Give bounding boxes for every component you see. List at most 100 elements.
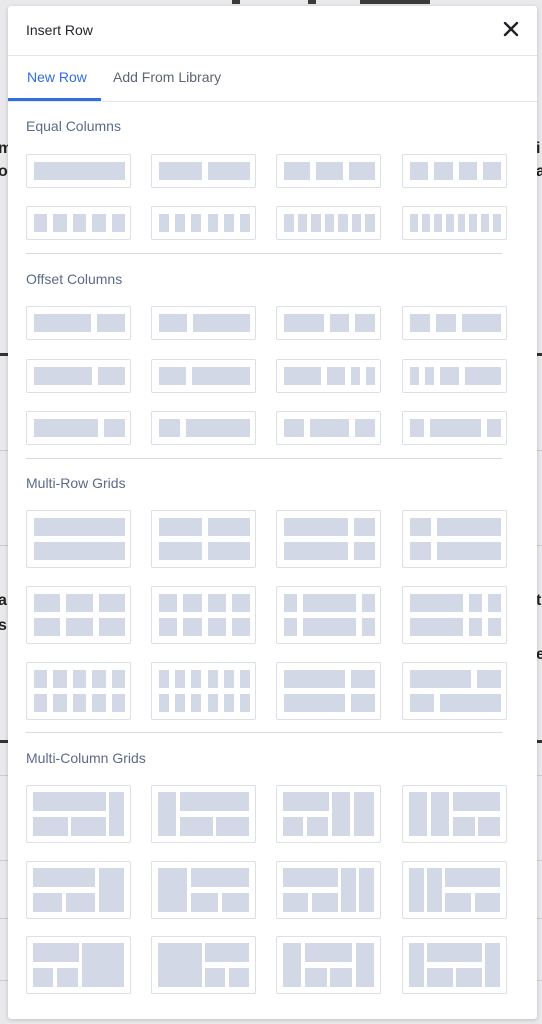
row-layout-option-multi-row-grids[interactable]: [402, 510, 507, 568]
layout-block: [410, 594, 464, 612]
layout-block: [111, 214, 125, 232]
layout-block: [34, 542, 125, 560]
row-layout-option-equal-columns[interactable]: [402, 206, 507, 240]
row-layout-option-multi-column-grids[interactable]: [402, 861, 507, 919]
section-title-multi-column-grids: Multi-Column Grids: [26, 750, 146, 766]
row-layout-option-equal-columns[interactable]: [276, 206, 381, 240]
layout-block: [362, 594, 375, 612]
layout-block: [350, 367, 360, 385]
row-layout-option-multi-row-grids[interactable]: [26, 510, 131, 568]
section-divider: [26, 732, 502, 733]
row-layout-option-multi-column-grids[interactable]: [276, 861, 381, 919]
layout-block: [487, 419, 501, 437]
row-layout-option-multi-row-grids[interactable]: [26, 586, 131, 644]
row-layout-option-offset-columns[interactable]: [151, 359, 256, 393]
layout-block: [410, 367, 420, 385]
row-layout-option-multi-row-grids[interactable]: [276, 662, 381, 720]
row-layout-option-equal-columns[interactable]: [151, 154, 256, 188]
layout-block: [284, 314, 324, 332]
row-layout-option-multi-column-grids[interactable]: [276, 785, 381, 843]
row-layout-option-offset-columns[interactable]: [26, 411, 131, 445]
row-layout-option-multi-row-grids[interactable]: [276, 510, 381, 568]
row-layout-option-multi-column-grids[interactable]: [151, 785, 256, 843]
row-layout-option-equal-columns[interactable]: [276, 154, 381, 188]
row-layout-option-multi-column-grids[interactable]: [276, 936, 381, 994]
row-layout-option-multi-column-grids[interactable]: [151, 861, 256, 919]
layout-block: [33, 816, 68, 836]
row-layout-option-offset-columns[interactable]: [402, 411, 507, 445]
layout-block: [34, 670, 48, 688]
row-layout-option-multi-row-grids[interactable]: [151, 510, 256, 568]
layout-block: [284, 518, 348, 536]
row-layout-option-multi-column-grids[interactable]: [402, 785, 507, 843]
layout-block: [159, 367, 186, 385]
layout-block: [71, 816, 106, 836]
layout-block: [96, 314, 125, 332]
layout-block: [193, 314, 250, 332]
row-layout-option-multi-column-grids[interactable]: [402, 936, 507, 994]
tab-new-row[interactable]: New Row: [27, 69, 87, 85]
layout-block: [207, 518, 250, 536]
layout-block: [284, 367, 321, 385]
layout-block: [469, 594, 483, 612]
layout-block: [353, 518, 375, 536]
layout-block: [488, 618, 501, 636]
row-layout-option-equal-columns[interactable]: [402, 154, 507, 188]
row-layout-option-multi-row-grids[interactable]: [26, 662, 131, 720]
row-layout-option-multi-column-grids[interactable]: [26, 785, 131, 843]
row-layout-option-offset-columns[interactable]: [276, 411, 381, 445]
layout-block: [338, 214, 348, 232]
row-layout-option-equal-columns[interactable]: [26, 154, 131, 188]
layout-block: [92, 214, 106, 232]
layout-block: [445, 868, 500, 888]
row-layout-option-offset-columns[interactable]: [26, 359, 131, 393]
row-layout-option-multi-row-grids[interactable]: [151, 662, 256, 720]
layout-block: [33, 868, 95, 888]
row-layout-option-offset-columns[interactable]: [151, 411, 256, 445]
row-layout-option-offset-columns[interactable]: [276, 306, 381, 340]
layout-block: [216, 816, 249, 836]
row-layout-option-multi-row-grids[interactable]: [402, 586, 507, 644]
row-layout-option-multi-row-grids[interactable]: [402, 662, 507, 720]
insert-row-dialog: Insert Row New Row Add From Library Equa…: [8, 6, 537, 1019]
close-button[interactable]: [499, 17, 523, 41]
row-layout-option-multi-column-grids[interactable]: [26, 861, 131, 919]
layout-block: [440, 367, 459, 385]
layout-block: [65, 892, 95, 912]
row-layout-option-equal-columns[interactable]: [26, 206, 131, 240]
layout-block: [284, 162, 311, 180]
layout-block: [159, 419, 181, 437]
layout-block: [353, 792, 374, 836]
row-layout-option-offset-columns[interactable]: [151, 306, 256, 340]
layout-block: [304, 943, 353, 963]
layout-block: [410, 694, 435, 712]
layout-block: [34, 162, 125, 180]
layout-block: [190, 868, 249, 888]
layout-block: [111, 694, 125, 712]
row-layout-option-offset-columns[interactable]: [276, 359, 381, 393]
layout-block: [284, 542, 348, 560]
layout-block: [207, 542, 250, 560]
layout-block: [410, 542, 432, 560]
layout-block: [355, 314, 375, 332]
layout-block: [205, 967, 226, 987]
layout-block: [33, 943, 79, 963]
row-layout-option-equal-columns[interactable]: [151, 206, 256, 240]
row-layout-option-multi-row-grids[interactable]: [151, 586, 256, 644]
tab-add-from-library[interactable]: Add From Library: [113, 69, 221, 85]
layout-block: [109, 792, 124, 836]
layout-block: [284, 594, 297, 612]
layout-block: [53, 214, 67, 232]
row-layout-option-offset-columns[interactable]: [402, 359, 507, 393]
row-layout-option-multi-column-grids[interactable]: [151, 936, 256, 994]
row-layout-option-multi-row-grids[interactable]: [276, 586, 381, 644]
row-layout-option-offset-columns[interactable]: [26, 306, 131, 340]
layout-block: [425, 367, 435, 385]
layout-block: [33, 892, 63, 912]
background-text-fragment: s: [0, 617, 7, 634]
layout-block: [482, 162, 501, 180]
layout-block: [440, 694, 501, 712]
row-layout-option-multi-column-grids[interactable]: [26, 936, 131, 994]
row-layout-option-offset-columns[interactable]: [402, 306, 507, 340]
layout-block: [458, 162, 477, 180]
